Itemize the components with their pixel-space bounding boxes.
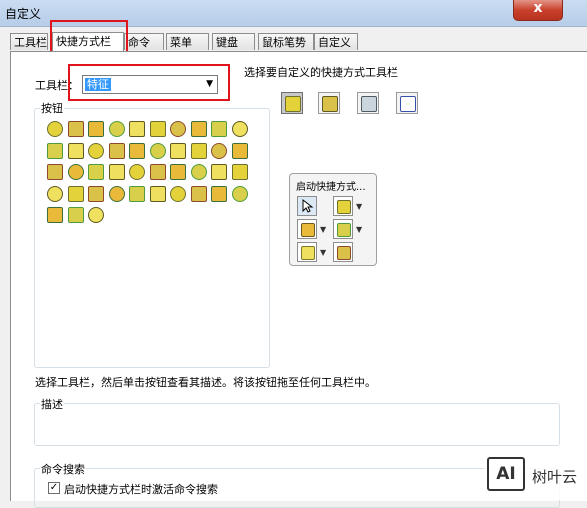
feature-button-icon[interactable] xyxy=(67,121,84,137)
feature-button-icon[interactable] xyxy=(211,164,227,180)
feature-button-icon[interactable] xyxy=(47,142,63,159)
window-title: 自定义 xyxy=(5,7,42,21)
chevron-down-icon[interactable]: ▼ xyxy=(320,225,326,234)
fillet-icon xyxy=(337,246,351,260)
feature-button-icon[interactable] xyxy=(190,142,207,159)
part-toolbar-button[interactable] xyxy=(318,92,340,114)
assembly-icon xyxy=(361,96,377,112)
feature-button-icon[interactable] xyxy=(108,142,125,159)
feature-button-icon[interactable] xyxy=(231,142,248,159)
feature-toolbar-button[interactable] xyxy=(281,92,303,114)
assembly-toolbar-button[interactable] xyxy=(357,92,379,114)
feature-button-icon[interactable] xyxy=(88,164,104,180)
feature-button-icon[interactable] xyxy=(67,207,84,223)
feature-button-icon[interactable] xyxy=(211,121,227,137)
feature-button-icon[interactable] xyxy=(170,142,186,159)
feature-button-icon[interactable] xyxy=(88,121,104,137)
command-search-checkbox-label[interactable]: 启动快捷方式栏时激活命令搜索 xyxy=(64,481,218,497)
feature-button-icon[interactable] xyxy=(67,142,84,159)
tab-customize[interactable]: 自定义 xyxy=(314,33,358,50)
feature-button-icon[interactable] xyxy=(47,164,63,180)
feature-button-icon[interactable] xyxy=(129,185,145,202)
feature-button-icon[interactable] xyxy=(47,121,63,137)
description-group xyxy=(34,403,560,446)
feature-button-icon[interactable] xyxy=(190,185,207,202)
feature-button-icon[interactable] xyxy=(231,164,248,180)
fillet-cell[interactable] xyxy=(333,242,353,262)
feature-button-icon[interactable] xyxy=(170,185,186,202)
feature-button-icon[interactable] xyxy=(149,164,166,180)
tab-commands[interactable]: 命令 xyxy=(124,33,164,50)
boss-extrude-cell[interactable] xyxy=(333,196,353,216)
revolve-icon xyxy=(337,223,351,237)
feature-button-icon[interactable] xyxy=(129,164,145,180)
tab-menus[interactable]: 菜单 xyxy=(166,33,209,50)
command-search-label: 命令搜索 xyxy=(40,461,86,477)
feature-button-icon[interactable] xyxy=(88,142,104,159)
feature-button-icon[interactable] xyxy=(190,164,207,180)
shell-cell[interactable] xyxy=(297,219,317,239)
feature-button-icon[interactable] xyxy=(88,207,104,223)
tab-keyboard[interactable]: 键盘 xyxy=(212,33,255,50)
feature-button-icon[interactable] xyxy=(149,185,166,202)
shortcut-preview-label: 启动快捷方式... xyxy=(296,182,366,193)
reference-cell[interactable] xyxy=(297,242,317,262)
feature-button-icon[interactable] xyxy=(170,121,186,137)
command-search-checkbox[interactable]: ✓ xyxy=(48,482,60,494)
sketch-toolbar-button[interactable] xyxy=(396,92,418,114)
feature-button-icon[interactable] xyxy=(47,185,63,202)
feature-button-icon[interactable] xyxy=(129,142,145,159)
part-icon xyxy=(322,96,338,112)
description-label: 描述 xyxy=(40,396,64,412)
chevron-down-icon[interactable]: ▼ xyxy=(356,202,362,211)
feature-button-icon[interactable] xyxy=(129,121,145,137)
watermark: AI 树叶云 xyxy=(484,452,587,500)
boss-extrude-icon xyxy=(337,200,351,214)
shortcut-preview: 启动快捷方式... ▼ ▼ ▼ ▼ xyxy=(289,173,377,266)
feature-button-icon[interactable] xyxy=(108,185,125,202)
toolbar-hint: 选择要自定义的快捷方式工具栏 xyxy=(244,66,398,79)
revolve-cell[interactable] xyxy=(333,219,353,239)
tab-highlight-box xyxy=(50,20,128,54)
feature-button-icon[interactable] xyxy=(170,164,186,180)
feature-button-icon[interactable] xyxy=(67,185,84,202)
tab-mouse-gestures[interactable]: 鼠标笔势 xyxy=(258,33,314,50)
cursor-icon xyxy=(302,198,314,213)
select-tool-cell[interactable] xyxy=(297,196,317,216)
feature-icon xyxy=(285,96,301,112)
feature-button-icon[interactable] xyxy=(231,121,248,137)
close-button[interactable]: x xyxy=(513,0,563,21)
instruction-text: 选择工具栏，然后单击按钮查看其描述。将该按钮拖至任何工具栏中。 xyxy=(35,376,376,389)
feature-button-icon[interactable] xyxy=(231,185,248,202)
feature-button-icon[interactable] xyxy=(211,185,227,202)
feature-button-icon[interactable] xyxy=(149,142,166,159)
feature-button-icon[interactable] xyxy=(67,164,84,180)
tab-toolbars[interactable]: 工具栏 xyxy=(10,33,48,50)
shell-icon xyxy=(301,223,315,237)
feature-button-icon[interactable] xyxy=(211,142,227,159)
watermark-text: 树叶云 xyxy=(532,468,578,486)
feature-button-icon[interactable] xyxy=(47,207,63,223)
buttons-group-label: 按钮 xyxy=(40,100,64,116)
chevron-down-icon[interactable]: ▼ xyxy=(320,248,326,257)
feature-button-icon[interactable] xyxy=(88,185,104,202)
reference-geometry-icon xyxy=(301,246,315,260)
sketch-icon xyxy=(400,96,416,112)
select-highlight-box xyxy=(68,64,230,101)
chevron-down-icon[interactable]: ▼ xyxy=(356,225,362,234)
feature-button-icon[interactable] xyxy=(108,121,125,137)
watermark-logo: AI xyxy=(487,457,525,491)
feature-button-icon[interactable] xyxy=(190,121,207,137)
feature-button-icon[interactable] xyxy=(108,164,125,180)
feature-button-icon[interactable] xyxy=(149,121,166,137)
